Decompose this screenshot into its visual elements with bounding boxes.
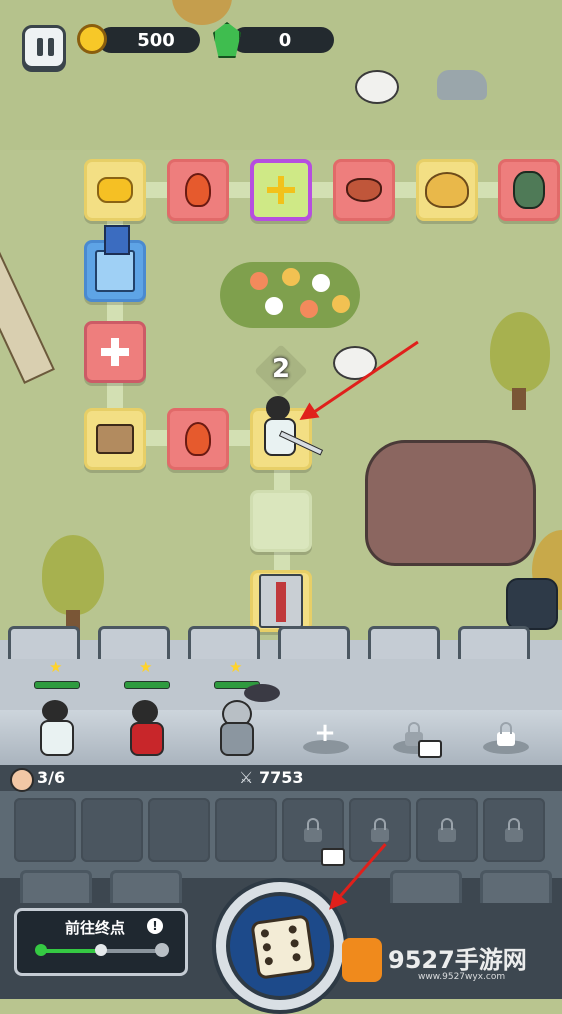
inventory-slot[interactable] [81, 798, 143, 862]
lock-icon [438, 818, 456, 842]
wall-merlon [110, 870, 182, 903]
watermark-text: 9527手游网 [388, 946, 527, 974]
lock-icon [505, 818, 523, 842]
banner-flag-icon [104, 225, 130, 255]
tile-goblin-enemy[interactable] [498, 159, 560, 221]
skull-icon [155, 943, 169, 957]
dice-icon [250, 914, 316, 980]
wall-merlon [480, 870, 552, 903]
gold-amount: 500 [137, 29, 175, 51]
sword-power-icon: ⚔ [239, 768, 254, 787]
wall-merlon [278, 626, 350, 659]
gem-counter: 0 [232, 27, 334, 53]
tile-bat-enemy[interactable] [333, 159, 395, 221]
stone-castle-icon [259, 574, 303, 628]
tile-fire-imp-enemy-2[interactable] [167, 408, 229, 470]
tile-move-arrows[interactable] [250, 159, 312, 221]
flower [312, 274, 330, 292]
inventory-slot[interactable] [148, 798, 210, 862]
boulder [365, 440, 536, 566]
lock-icon [371, 818, 389, 842]
tree-right [490, 312, 550, 392]
tile-health-cross[interactable] [84, 321, 146, 383]
goal-label: 前往终点 [65, 919, 126, 937]
flower [250, 272, 268, 290]
tile-fire-imp-enemy[interactable] [167, 159, 229, 221]
hero-white-swordsman[interactable] [26, 670, 86, 760]
blue-castle-icon [95, 250, 135, 292]
tile-gold-pot[interactable] [416, 159, 478, 221]
health-cross-icon [101, 338, 129, 366]
progress-marker [95, 944, 107, 956]
gold-nugget-icon [97, 177, 133, 203]
treasure-chest-icon [96, 424, 134, 454]
hero-head [266, 396, 290, 420]
tree-left [42, 535, 104, 615]
wall-merlon [188, 626, 260, 659]
gold-counter: 500 [98, 27, 200, 53]
wall-merlon [8, 626, 80, 659]
party-power: 7753 [259, 768, 304, 787]
gold-pot-icon [425, 172, 469, 208]
flower [282, 268, 300, 286]
flower [300, 300, 318, 318]
video-icon [321, 848, 345, 866]
wall-merlon [368, 626, 440, 659]
sheep-top [355, 70, 399, 104]
gem-amount: 0 [278, 29, 292, 51]
goblin-icon [513, 171, 545, 209]
hero-red-warrior[interactable] [116, 670, 176, 760]
pause-icon [37, 38, 43, 56]
tile-empty[interactable] [250, 490, 312, 552]
info-icon[interactable]: ! [147, 918, 163, 934]
game-board: 2 [0, 0, 562, 640]
pause-icon [48, 38, 54, 56]
inventory-slot[interactable] [215, 798, 277, 862]
fire-imp-icon [185, 173, 211, 207]
wall-merlon [20, 870, 92, 903]
castle-panel: ★ ★ ★ + 3/6 ⚔ 7753 前往终点 ! 9527手游网 www.95… [0, 626, 562, 1014]
wall-merlon [98, 626, 170, 659]
windmill [0, 230, 55, 384]
tree-right-trunk [512, 388, 526, 410]
lock-icon [304, 818, 322, 842]
start-dot [35, 944, 47, 956]
gold-coin-icon [77, 24, 107, 54]
pause-button[interactable] [22, 25, 66, 69]
wall-merlon [458, 626, 530, 659]
goal-progress-fill [39, 949, 101, 953]
tile-gold-nugget[interactable] [84, 159, 146, 221]
move-arrows-icon [267, 176, 295, 204]
crow-icon [244, 684, 280, 702]
flower [265, 297, 283, 315]
goal-progress-panel[interactable]: 前往终点 ! [14, 908, 188, 976]
wall-merlon [390, 870, 462, 903]
watermark-logo-icon [342, 938, 382, 982]
dice-button-face [226, 892, 334, 1000]
tile-treasure-chest[interactable] [84, 408, 146, 470]
plus-icon: + [314, 718, 336, 748]
inventory-slot[interactable] [14, 798, 76, 862]
player-hero [258, 396, 298, 456]
crystal-ore [506, 578, 558, 630]
rock-top [437, 70, 487, 100]
lock-icon [497, 722, 515, 746]
tile-stone-castle-goal[interactable] [250, 570, 312, 632]
steps-remaining: 2 [271, 354, 291, 384]
watermark-url: www.9527wyx.com [418, 972, 506, 982]
flower [332, 295, 350, 313]
video-icon [418, 740, 442, 758]
bat-icon [346, 178, 382, 202]
party-face-icon [10, 768, 34, 792]
party-count: 3/6 [37, 768, 66, 787]
fire-imp-icon [185, 422, 211, 456]
